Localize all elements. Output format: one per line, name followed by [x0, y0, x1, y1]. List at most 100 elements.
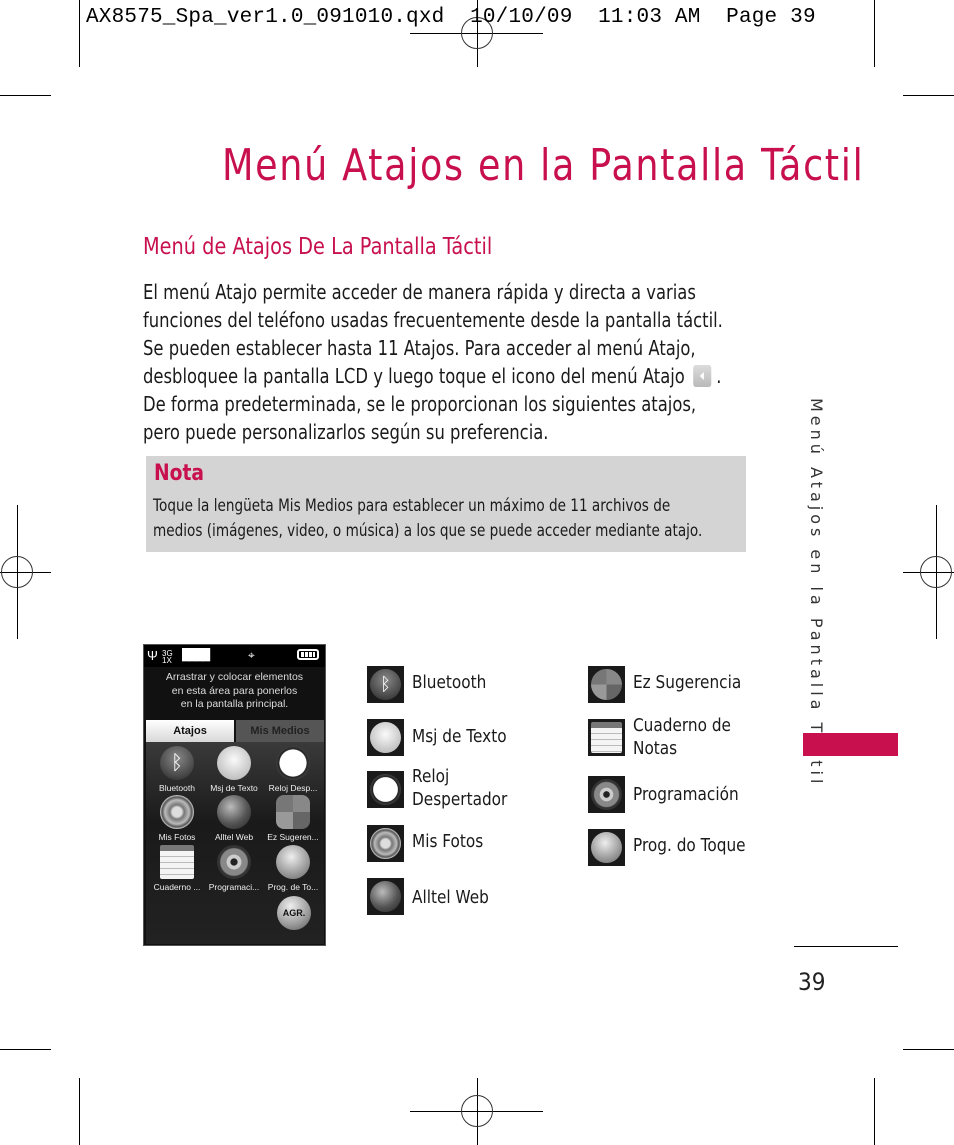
gear-icon: [217, 845, 251, 879]
legend-label: Msj de Texto: [412, 726, 507, 747]
notepad-icon: [160, 845, 194, 879]
touch-settings-icon: [588, 829, 625, 866]
slug-file: AX8575_Spa_ver1.0_091010.qxd: [86, 6, 445, 29]
shortcut-cuaderno[interactable]: Cuaderno ...: [147, 845, 207, 892]
message-icon: [367, 719, 404, 756]
crop-mark: [0, 1049, 51, 1050]
bluetooth-icon: ᛒ: [367, 666, 404, 703]
shortcut-grid: ᛒ Bluetooth Msj de Texto Reloj Desp... Mi…: [146, 742, 324, 944]
shortcut-label: Programaci...: [208, 882, 260, 892]
shortcut-label: Cuaderno ...: [153, 882, 201, 892]
page-number-rule: [794, 946, 898, 947]
globe-icon: [367, 878, 404, 915]
phone-screen: Ψ 3G 1X ████ ⌖ Arrastrar y colocar eleme…: [143, 644, 326, 946]
legend-label: Ez Sugerencia: [633, 672, 742, 693]
alarm-clock-icon: [367, 771, 404, 808]
crop-mark: [79, 1078, 80, 1145]
body-paragraph: El menú Atajo permite acceder de manera …: [143, 278, 733, 446]
crop-mark: [903, 95, 954, 96]
slug-date: 10/10/09: [470, 6, 573, 29]
battery-full-icon: [297, 649, 319, 660]
body-line-text: desbloquee la pantalla LCD y luego toque…: [143, 364, 685, 388]
legend-label: Bluetooth: [412, 672, 487, 693]
notepad-icon: [588, 719, 625, 756]
hint-line: en la pantalla principal.: [180, 698, 289, 710]
shortcut-ez-sugerencia[interactable]: Ez Sugeren...: [263, 795, 323, 842]
legend-label: Alltel Web: [412, 887, 489, 908]
legend-label-line: Cuaderno de: [633, 715, 731, 736]
bluetooth-icon: ᛒ: [160, 746, 194, 780]
slug-page: Page 39: [726, 6, 816, 29]
tab-atajos[interactable]: Atajos: [146, 720, 234, 742]
body-line: El menú Atajo permite acceder de manera …: [143, 280, 696, 304]
legend-label: Mis Fotos: [412, 831, 484, 852]
side-tab-marker: [803, 733, 898, 756]
registration-circle: [1, 556, 33, 588]
gear-icon: [588, 776, 625, 813]
print-slug: AX8575_Spa_ver1.0_091010.qxd 10/10/09 11…: [86, 6, 816, 29]
shortcut-label: Alltel Web: [214, 832, 254, 842]
shortcut-programacion[interactable]: Programaci...: [204, 845, 264, 892]
legend-label: Cuaderno de Notas: [633, 714, 731, 760]
message-icon: [217, 746, 251, 780]
legend-label-line: Reloj: [412, 766, 450, 787]
registration-circle: [920, 556, 952, 588]
body-line: pero puede personalizarlos según su pref…: [143, 420, 549, 444]
note-line: medios (imágenes, video, o música) a los…: [153, 521, 703, 541]
signal-bars-icon: ████: [182, 649, 210, 661]
shortcut-label: Bluetooth: [159, 783, 195, 793]
body-line: Se pueden establecer hasta 11 Atajos. Pa…: [143, 336, 696, 360]
network-type: 3G 1X: [162, 649, 173, 665]
body-line: funciones del teléfono usadas frecuentem…: [143, 308, 723, 332]
note-title: Nota: [154, 461, 205, 486]
slug-time: 11:03 AM: [598, 6, 701, 29]
shortcut-menu-icon: [693, 365, 712, 387]
shortcut-label: Msj de Texto: [210, 783, 258, 793]
shortcut-label: Prog. de To...: [267, 882, 319, 892]
legend-label: Reloj Despertador: [412, 765, 507, 811]
note-line: Toque la lengüeta Mis Medios para establ…: [153, 496, 671, 516]
legend-label-line: Despertador: [412, 789, 508, 810]
shortcut-label: Reloj Desp...: [268, 783, 318, 793]
page-number: 39: [798, 968, 826, 996]
shortcut-bluetooth[interactable]: ᛒ Bluetooth: [147, 746, 207, 793]
crop-mark: [0, 95, 51, 96]
hint-line: en esta área para ponerlos: [171, 684, 298, 697]
page-title: Menú Atajos en la Pantalla Táctil: [222, 140, 865, 191]
drag-drop-hint: Arrastrar y colocar elementos en esta ár…: [144, 671, 325, 712]
legend-label: Prog. do Toque: [633, 835, 746, 856]
calculator-icon: [588, 666, 625, 703]
crop-mark: [874, 0, 875, 67]
touch-settings-icon: [276, 845, 310, 879]
registration-circle: [461, 1095, 493, 1127]
photos-icon: [367, 825, 404, 862]
add-shortcut-button[interactable]: AGR.: [277, 896, 311, 930]
shortcut-reloj[interactable]: Reloj Desp...: [263, 746, 323, 793]
body-line-period: .: [716, 364, 722, 388]
photos-icon: [160, 795, 194, 829]
side-section-label: Menú Atajos en la Pantalla Táctil: [807, 398, 826, 788]
crop-mark: [903, 1049, 954, 1050]
body-line: De forma predeterminada, se le proporcio…: [143, 392, 697, 416]
shortcut-msj-texto[interactable]: Msj de Texto: [204, 746, 264, 793]
legend-label: Programación: [633, 784, 739, 805]
section-heading: Menú de Atajos De La Pantalla Táctil: [143, 234, 493, 260]
alarm-clock-icon: [276, 746, 310, 780]
signal-antenna-icon: Ψ: [147, 648, 158, 663]
shortcut-label: Mis Fotos: [158, 832, 196, 842]
status-bar: Ψ 3G 1X ████ ⌖: [144, 645, 325, 667]
hint-line: Arrastrar y colocar elementos: [165, 671, 304, 683]
shortcut-alltel-web[interactable]: Alltel Web: [204, 795, 264, 842]
note-box: Nota Toque la lengüeta Mis Medios para e…: [146, 456, 746, 552]
calculator-icon: [276, 795, 310, 829]
crop-mark: [79, 0, 80, 67]
shortcut-mis-fotos[interactable]: Mis Fotos: [147, 795, 207, 842]
legend-label-line: Notas: [633, 738, 678, 759]
phone-tabs: Atajos Mis Medios: [146, 720, 324, 742]
crop-mark: [874, 1078, 875, 1145]
shortcut-prog-toque[interactable]: Prog. de To...: [263, 845, 323, 892]
tab-mis-medios[interactable]: Mis Medios: [236, 720, 324, 742]
location-icon: ⌖: [248, 648, 255, 662]
body-line-with-icon: desbloquee la pantalla LCD y luego toque…: [143, 362, 733, 390]
globe-icon: [217, 795, 251, 829]
